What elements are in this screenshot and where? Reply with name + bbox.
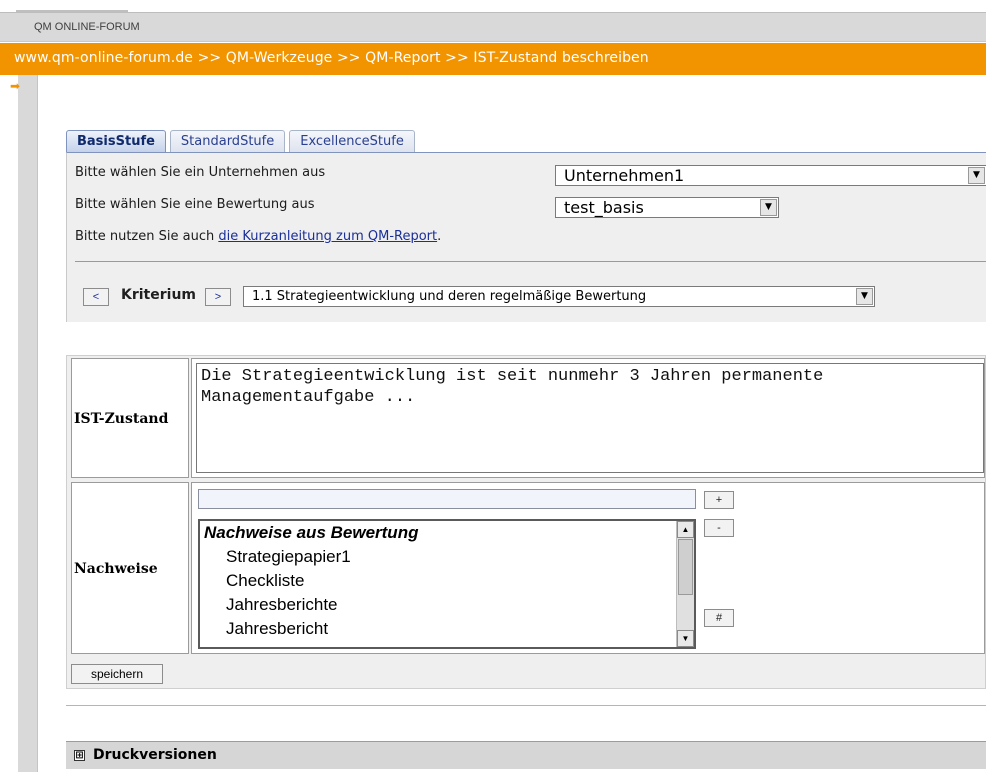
- company-select[interactable]: Unternehmen1 ▼: [555, 165, 986, 186]
- kriterium-label: Kriterium: [121, 287, 196, 303]
- list-item[interactable]: Jahresbericht: [200, 617, 694, 641]
- rating-select-value: test_basis: [564, 198, 644, 217]
- tab-excellencestufe[interactable]: ExcellenceStufe: [289, 130, 415, 152]
- nachweise-listbox[interactable]: Nachweise aus Bewertung Strategiepapier1…: [198, 519, 696, 649]
- list-scrollbar[interactable]: ▲ ▼: [676, 521, 694, 647]
- remove-nachweis-button[interactable]: -: [704, 519, 734, 537]
- expand-plus-icon[interactable]: ⊞: [74, 750, 85, 761]
- hint-suffix: .: [437, 229, 442, 244]
- criterion-select[interactable]: 1.1 Strategieentwicklung und deren regel…: [243, 286, 875, 307]
- breadcrumb: www.qm-online-forum.de >> QM-Werkzeuge >…: [0, 43, 986, 75]
- left-rail: [18, 75, 38, 772]
- selection-panel: Bitte wählen Sie ein Unternehmen aus Unt…: [66, 152, 986, 322]
- company-label: Bitte wählen Sie ein Unternehmen aus: [75, 165, 326, 180]
- add-nachweis-button[interactable]: +: [704, 491, 734, 509]
- hint-text: Bitte nutzen Sie auch die Kurzanleitung …: [75, 229, 441, 244]
- scroll-down-icon[interactable]: ▼: [677, 630, 694, 647]
- breadcrumb-text[interactable]: www.qm-online-forum.de >> QM-Werkzeuge >…: [14, 50, 649, 66]
- chevron-down-icon: ▼: [968, 167, 985, 184]
- tab-bar: BasisStufe StandardStufe ExcellenceStufe: [66, 130, 419, 152]
- app-title: QM ONLINE-FORUM: [34, 21, 140, 33]
- ist-zustand-cell: Die Strategieentwicklung ist seit nunmeh…: [191, 358, 985, 478]
- next-criterion-button[interactable]: >: [205, 288, 231, 306]
- druckversionen-bar[interactable]: ⊞ Druckversionen: [66, 741, 986, 769]
- arrow-right-icon: ➡: [10, 79, 21, 93]
- main-content: BasisStufe StandardStufe ExcellenceStufe…: [38, 75, 986, 772]
- company-select-value: Unternehmen1: [564, 166, 685, 185]
- tab-standardstufe[interactable]: StandardStufe: [169, 130, 286, 152]
- druckversionen-label: Druckversionen: [93, 747, 217, 763]
- ist-form: IST-Zustand Die Strategieentwicklung ist…: [66, 355, 986, 689]
- prev-criterion-button[interactable]: <: [83, 288, 109, 306]
- tab-basisstufe[interactable]: BasisStufe: [66, 130, 166, 152]
- ist-zustand-label: IST-Zustand: [71, 358, 189, 478]
- hint-prefix: Bitte nutzen Sie auch: [75, 229, 219, 244]
- nachweise-label: Nachweise: [71, 482, 189, 654]
- list-item[interactable]: Strategiepapier1: [200, 545, 694, 569]
- rating-label: Bitte wählen Sie eine Bewertung aus: [75, 197, 315, 212]
- app-title-bar: QM ONLINE-FORUM: [0, 12, 986, 42]
- divider: [75, 261, 986, 262]
- rating-select[interactable]: test_basis ▼: [555, 197, 779, 218]
- list-group-header: Nachweise aus Bewertung: [204, 523, 419, 542]
- save-button[interactable]: speichern: [71, 664, 163, 684]
- nachweise-cell: + - # Nachweise aus Bewertung Strategiep…: [191, 482, 985, 654]
- chevron-down-icon: ▼: [760, 199, 777, 216]
- hash-button[interactable]: #: [704, 609, 734, 627]
- ist-zustand-textarea[interactable]: Die Strategieentwicklung ist seit nunmeh…: [196, 363, 984, 473]
- criterion-select-value: 1.1 Strategieentwicklung und deren regel…: [252, 289, 647, 304]
- list-item[interactable]: Checkliste: [200, 569, 694, 593]
- section-divider: [66, 705, 986, 706]
- chevron-down-icon: ▼: [856, 288, 873, 305]
- nachweis-input[interactable]: [198, 489, 696, 509]
- scroll-up-icon[interactable]: ▲: [677, 521, 694, 538]
- list-item[interactable]: Jahresberichte: [200, 593, 694, 617]
- kurzanleitung-link[interactable]: die Kurzanleitung zum QM-Report: [218, 229, 437, 244]
- scroll-thumb[interactable]: [678, 539, 693, 595]
